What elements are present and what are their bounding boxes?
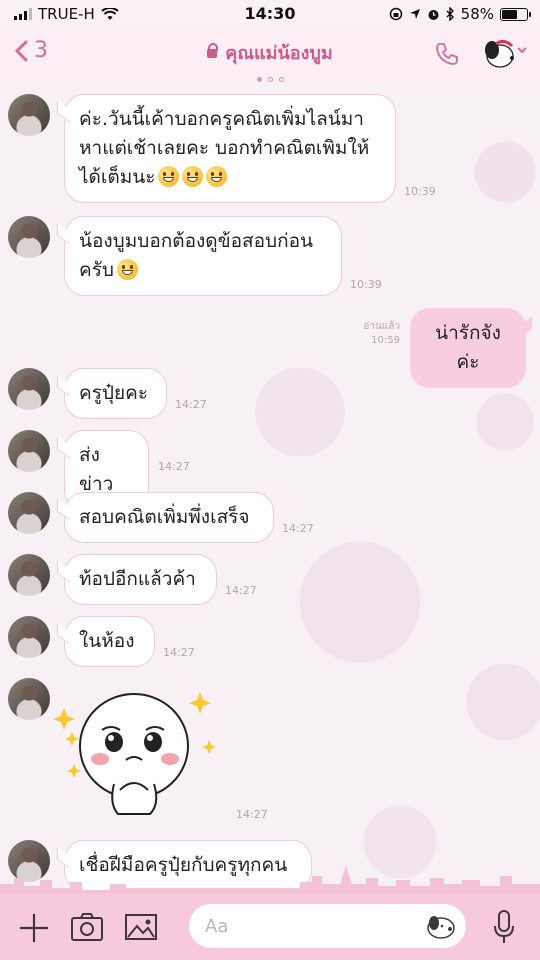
chat-area[interactable]: ค่ะ.วันนี้เค้าบอกครูคณิตเพิ่มไลน์มาหาแต่…: [0, 82, 540, 894]
message-input-field[interactable]: [189, 904, 466, 948]
sticker-icon[interactable]: [426, 912, 458, 940]
message-text: น้องบูมบอกต้องดูข้อสอบก่อนครับ: [79, 230, 313, 281]
skyline-decoration: [0, 866, 540, 894]
message-bubble[interactable]: สอบคณิตเพิ่มพึ่งเสร็จ: [64, 492, 274, 543]
message-time: 14:27: [225, 584, 257, 597]
chat-title-text: คุณแม่น้องบูม: [225, 43, 333, 64]
avatar[interactable]: [8, 678, 50, 720]
grin-emoji-icon: [158, 166, 180, 187]
message-time: 14:27: [163, 646, 195, 659]
message-time: 14:27: [282, 522, 314, 535]
battery-icon: [500, 7, 531, 21]
plus-icon[interactable]: [18, 912, 50, 944]
avatar[interactable]: [8, 430, 50, 472]
chat-header: 3 คุณแม่น้องบูม: [0, 28, 540, 83]
avatar[interactable]: [8, 554, 50, 596]
alarm-icon: [428, 9, 439, 20]
message-text: ท้อปอีกแล้วค้า: [79, 568, 196, 590]
message-time: 10:39: [350, 278, 382, 291]
battery-percent: 58%: [460, 5, 494, 23]
message-time: 14:27: [236, 808, 268, 821]
avatar[interactable]: [8, 216, 50, 258]
input-bar: [0, 894, 540, 960]
message-bubble[interactable]: น้องบูมบอกต้องดูข้อสอบก่อนครับ: [64, 216, 342, 296]
lock-icon: [207, 43, 219, 58]
message-bubble[interactable]: ค่ะ.วันนี้เค้าบอกครูคณิตเพิ่มไลน์มาหาแต่…: [64, 94, 396, 203]
avatar[interactable]: [8, 492, 50, 534]
image-icon[interactable]: [124, 912, 158, 942]
location-icon: [409, 9, 420, 19]
status-bar: TRUE-H 14:30 58%: [0, 0, 540, 28]
bluetooth-icon: [446, 7, 454, 21]
avatar[interactable]: [8, 616, 50, 658]
message-time: 14:27: [158, 460, 190, 473]
message-bubble[interactable]: ท้อปอีกแล้วค้า: [64, 554, 217, 605]
message-bubble-outgoing[interactable]: น่ารักจังค่ะ: [410, 308, 526, 388]
mic-icon[interactable]: [492, 909, 516, 945]
message-time: 10:59: [371, 335, 400, 346]
grin-emoji-icon: [206, 166, 228, 187]
message-text: ส่งข่าว: [79, 444, 114, 495]
message-bubble[interactable]: ครูปุ๋ยคะ: [64, 368, 167, 419]
camera-icon[interactable]: [70, 912, 104, 942]
snoopy-menu-icon[interactable]: [482, 36, 526, 70]
crying-face-sticker[interactable]: [54, 686, 224, 826]
phone-icon[interactable]: [434, 41, 460, 67]
battery-fill: [502, 9, 518, 19]
message-time: 14:27: [175, 398, 207, 411]
message-text: สอบคณิตเพิ่มพึ่งเสร็จ: [79, 506, 250, 528]
message-text: ครูปุ๋ยคะ: [79, 382, 149, 404]
read-receipt: อ่านแล้ว 10:59: [354, 320, 400, 348]
avatar[interactable]: [8, 94, 50, 136]
read-label: อ่านแล้ว: [363, 321, 400, 332]
avatar[interactable]: [8, 368, 50, 410]
grin-emoji-icon: [182, 166, 204, 187]
message-text: ในห้อง: [79, 630, 135, 652]
smile-emoji-icon: [116, 259, 138, 280]
message-bubble[interactable]: ในห้อง: [64, 616, 155, 667]
lock-rotation-icon: [389, 7, 402, 21]
message-input[interactable]: [189, 904, 441, 948]
message-time: 10:39: [404, 185, 436, 198]
message-text: น่ารักจังค่ะ: [435, 322, 501, 373]
